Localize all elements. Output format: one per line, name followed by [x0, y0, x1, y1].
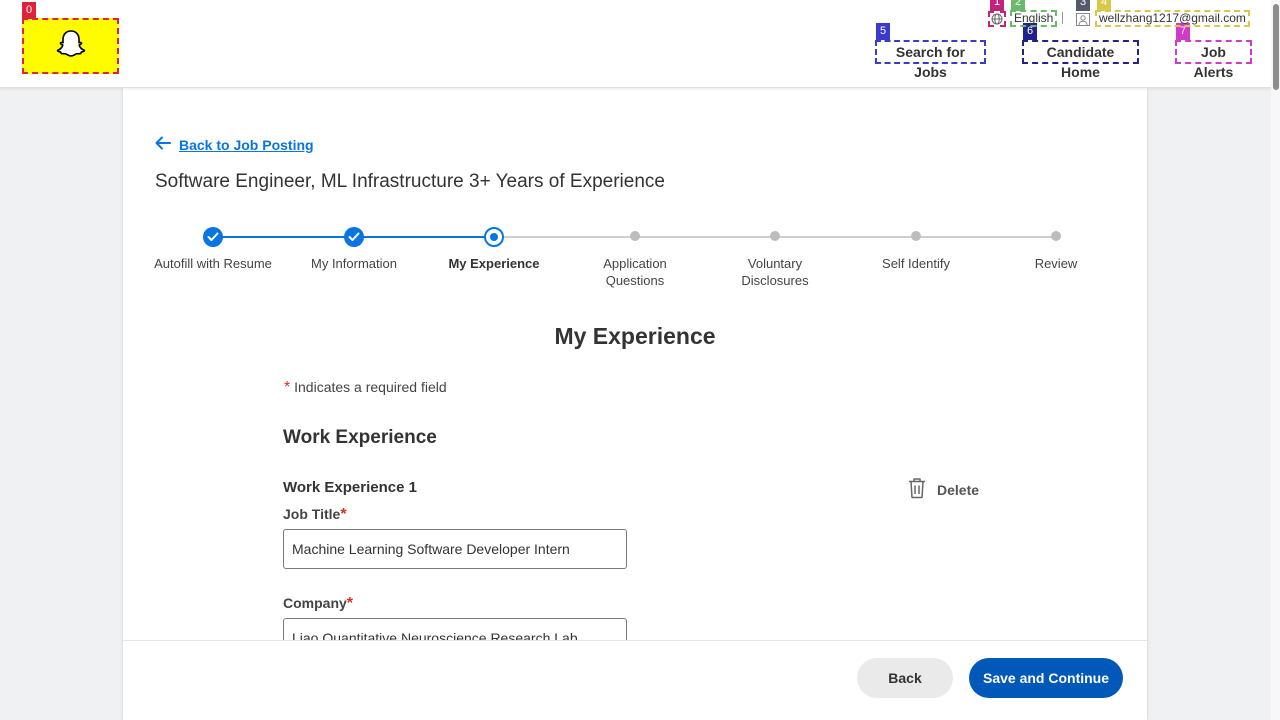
work-experience-entry-heading: Work Experience 1	[283, 479, 417, 496]
search-for-jobs-link[interactable]: Search for Jobs	[875, 40, 986, 80]
save-and-continue-button[interactable]: Save and Continue	[969, 658, 1123, 698]
step-2-complete-dot	[344, 227, 364, 247]
marker-3: 3	[1076, 0, 1090, 11]
back-to-job-posting-link[interactable]: Back to Job Posting	[155, 136, 314, 153]
step-label-autofill: Autofill with Resume	[154, 256, 272, 271]
site-header: 0 1 2 3 4 5 6 7 English wellzhang1217@gm…	[0, 0, 1280, 88]
application-card: Back to Job Posting Software Engineer, M…	[123, 88, 1147, 720]
step-5-dot	[770, 231, 780, 241]
scrollbar-thumb[interactable]	[1273, 4, 1279, 90]
required-asterisk: *	[284, 379, 291, 396]
step-label-application-questions: Application Questions	[603, 256, 667, 288]
scrollbar-track[interactable]	[1271, 0, 1280, 720]
trash-icon	[907, 477, 927, 502]
job-title-input[interactable]	[283, 529, 627, 569]
required-asterisk: *	[346, 595, 354, 612]
section-title: My Experience	[554, 323, 716, 349]
account-email-link[interactable]: wellzhang1217@gmail.com	[1095, 10, 1250, 27]
step-1-complete-dot	[203, 227, 223, 247]
step-label-my-information: My Information	[311, 256, 397, 271]
user-icon[interactable]	[1074, 11, 1092, 27]
globe-icon[interactable]	[988, 11, 1006, 27]
required-asterisk: *	[340, 506, 347, 523]
step-label-my-experience: My Experience	[448, 256, 540, 271]
header-divider	[1062, 12, 1063, 24]
company-label: Company*	[283, 595, 353, 613]
candidate-home-link[interactable]: Candidate Home	[1022, 40, 1139, 80]
step-4-dot	[630, 231, 640, 241]
delete-label: Delete	[937, 481, 980, 498]
step-label-review: Review	[1034, 256, 1078, 271]
required-note-text: Indicates a required field	[294, 379, 447, 395]
job-title: Software Engineer, ML Infrastructure 3+ …	[155, 171, 665, 192]
form-footer: Back Save and Continue	[123, 640, 1147, 720]
snapchat-logo[interactable]	[22, 18, 119, 74]
marker-5: 5	[876, 23, 890, 40]
job-alerts-link[interactable]: Job Alerts	[1175, 40, 1252, 80]
checkmark-icon	[207, 232, 219, 241]
arrow-left-icon	[155, 136, 171, 153]
back-link-label: Back to Job Posting	[179, 136, 314, 153]
checkmark-icon	[348, 232, 360, 241]
step-label-self-identify: Self Identify	[882, 256, 950, 271]
snapchat-ghost-icon	[55, 28, 87, 65]
step-3-current-dot	[484, 227, 504, 247]
step-7-dot	[1051, 231, 1061, 241]
step-label-voluntary-disclosures: Voluntary Disclosures	[741, 256, 809, 288]
job-title-label: Job Title*	[283, 506, 347, 524]
required-field-note: * Indicates a required field	[284, 379, 447, 397]
marker-1: 1	[990, 0, 1004, 11]
work-experience-heading: Work Experience	[283, 427, 437, 448]
back-button[interactable]: Back	[857, 658, 953, 698]
language-selector[interactable]: English	[1010, 10, 1058, 27]
marker-0: 0	[22, 2, 36, 19]
delete-work-experience-button[interactable]: Delete	[907, 477, 979, 502]
job-title-label-text: Job Title	[283, 506, 341, 522]
step-6-dot	[911, 231, 921, 241]
company-label-text: Company	[283, 595, 347, 611]
